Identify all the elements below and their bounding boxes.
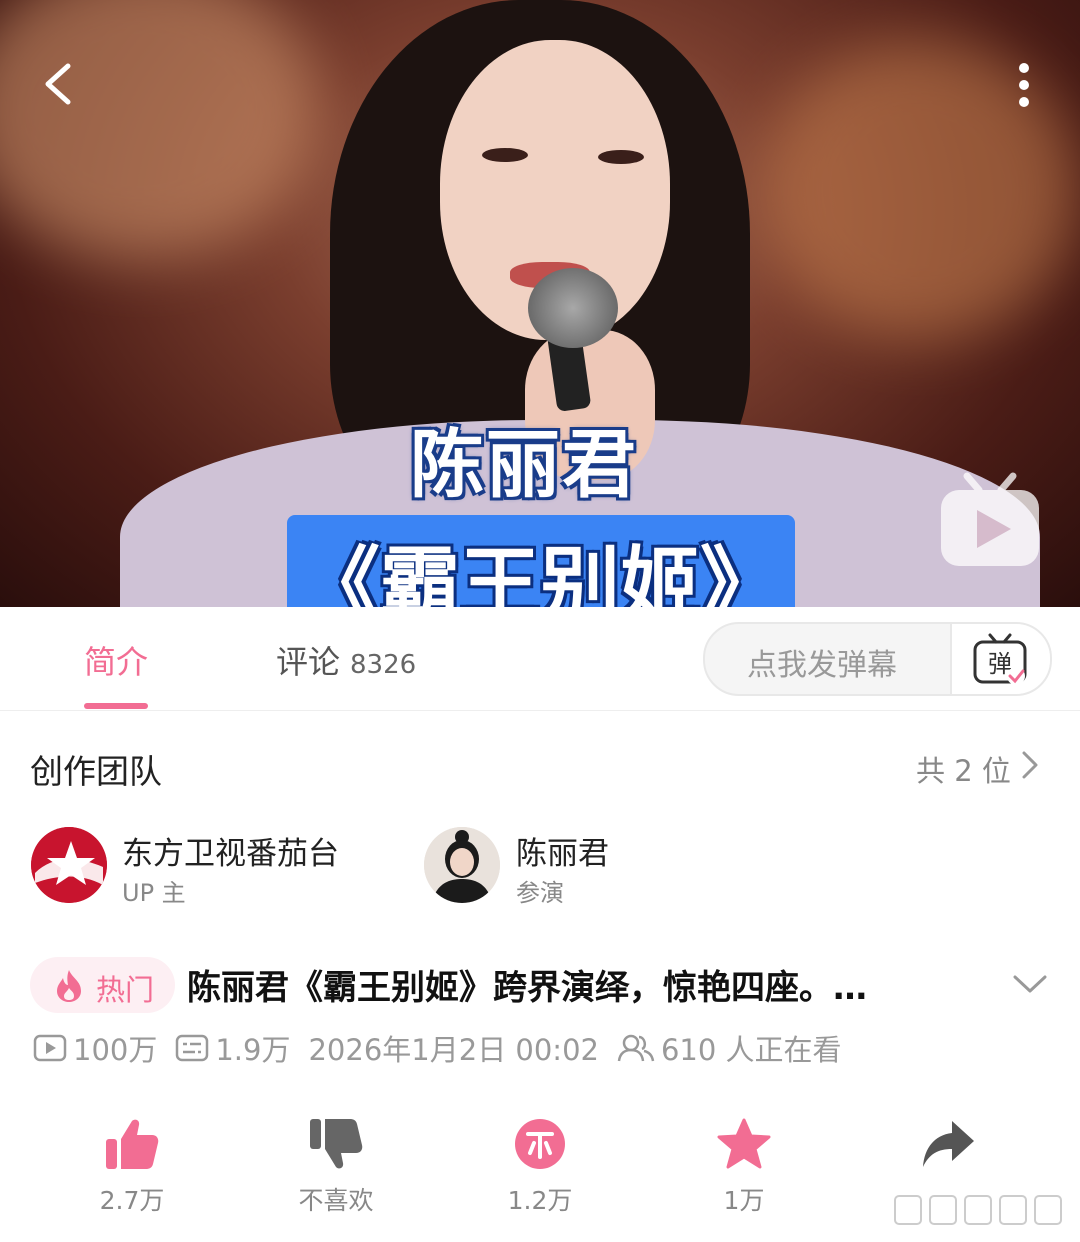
team-count-link[interactable]: 共 2 位 <box>916 748 1011 790</box>
view-count: 100万 <box>73 1033 158 1067</box>
dislike-label: 不喜欢 <box>298 1186 374 1215</box>
flame-icon <box>57 970 81 1002</box>
microphone <box>528 268 618 348</box>
thumbs-down-icon <box>310 1119 363 1169</box>
video-title: 陈丽君《霸王别姬》跨界演绎，惊艳四座。… <box>187 968 867 1008</box>
coin-icon <box>515 1119 565 1169</box>
danmaku-count: 1.9万 <box>215 1033 291 1067</box>
coin-button[interactable]: 1.2万 <box>480 1117 600 1217</box>
video-caption-name: 陈丽君 <box>410 422 638 508</box>
watermark-bars-icon <box>894 1195 1062 1225</box>
video-caption-title: 《霸王别姬》 <box>300 538 780 607</box>
member-role: 参演 <box>516 879 564 907</box>
singer-eye <box>598 150 644 164</box>
tab-comments[interactable]: 评论 8326 <box>276 637 416 683</box>
member-name[interactable]: 陈丽君 <box>516 828 609 873</box>
video-stats: 100万 1.9万 2026年1月2日 00:02 610 人正在看 <box>33 1028 842 1068</box>
stage-light <box>0 0 320 260</box>
avatar-chen-lijun[interactable] <box>424 827 500 903</box>
video-player[interactable]: 陈丽君 《霸王别姬》 <box>0 0 1080 607</box>
team-title: 创作团队 <box>30 752 162 791</box>
chevron-down-icon[interactable] <box>1012 972 1048 996</box>
share-button[interactable] <box>888 1117 1008 1181</box>
publish-datetime: 2026年1月2日 00:02 <box>308 1033 599 1067</box>
back-arrow-icon[interactable] <box>38 62 78 106</box>
viewers-icon <box>617 1034 655 1062</box>
member-name[interactable]: 东方卫视番茄台 <box>122 828 339 873</box>
danmaku-input-box[interactable]: 点我发弹幕 弹 <box>703 622 1052 696</box>
tab-intro-label: 简介 <box>84 643 149 681</box>
danmaku-toggle-icon[interactable]: 弹 <box>970 632 1030 688</box>
like-count: 2.7万 <box>99 1186 165 1215</box>
favorite-count: 1万 <box>723 1186 765 1215</box>
danmaku-input-placeholder[interactable]: 点我发弹幕 <box>747 640 897 684</box>
tab-intro[interactable]: 简介 <box>84 637 148 683</box>
chevron-right-icon[interactable] <box>1018 750 1042 780</box>
hot-badge-label: 热门 <box>96 973 155 1007</box>
comment-count: 8326 <box>350 650 417 680</box>
hot-badge[interactable]: 热门 <box>30 957 175 1013</box>
coin-count: 1.2万 <box>507 1186 573 1215</box>
avatar-dragon-tv[interactable] <box>31 827 107 903</box>
play-count-icon <box>33 1034 67 1062</box>
member-role: UP 主 <box>122 879 186 907</box>
watching-now-count: 610 人正在看 <box>660 1033 842 1067</box>
danmaku-count-icon <box>176 1034 209 1062</box>
like-button[interactable]: 2.7万 <box>72 1117 192 1217</box>
more-options-icon[interactable] <box>1008 60 1040 110</box>
dragon-tv-logo-icon <box>31 827 107 903</box>
favorite-button[interactable]: 1万 <box>684 1117 804 1217</box>
share-arrow-icon <box>923 1121 974 1167</box>
person-portrait-icon <box>424 827 500 903</box>
tab-comments-label: 评论 <box>276 643 341 681</box>
thumbs-up-icon <box>106 1119 159 1169</box>
tab-bar: 简介 评论 8326 点我发弹幕 弹 <box>0 607 1080 711</box>
dislike-button[interactable]: 不喜欢 <box>276 1117 396 1217</box>
star-icon <box>717 1118 771 1169</box>
bilibili-watermark-icon <box>941 472 1039 566</box>
singer-eye <box>482 148 528 162</box>
active-tab-indicator <box>84 703 148 709</box>
